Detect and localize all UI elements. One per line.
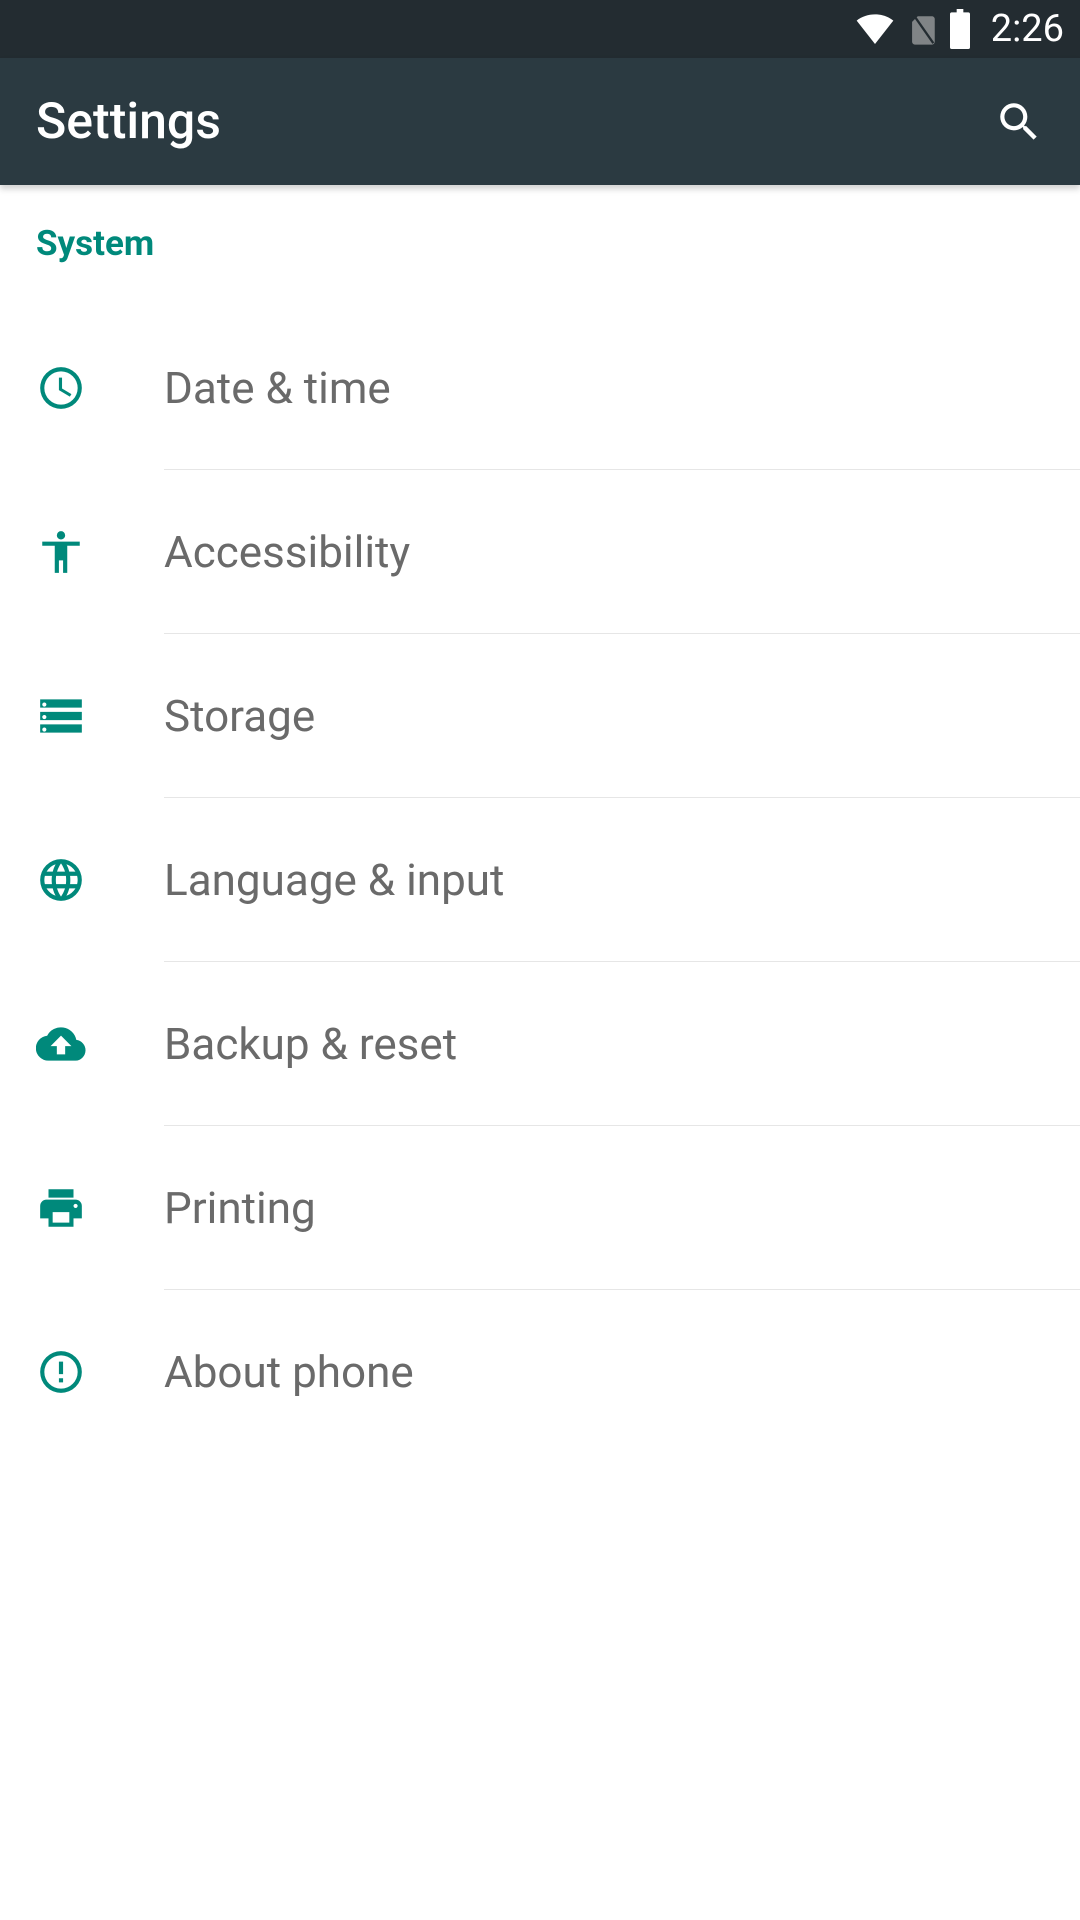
- cloud-upload-icon: [36, 1019, 164, 1069]
- clock-icon: [36, 363, 164, 413]
- toolbar: Settings: [0, 58, 1080, 185]
- search-icon: [994, 97, 1044, 147]
- list-item-storage[interactable]: Storage: [0, 634, 1080, 798]
- list-item-label: Printing: [164, 1126, 1080, 1290]
- list-item-accessibility[interactable]: Accessibility: [0, 470, 1080, 634]
- status-bar: 2:26: [0, 0, 1080, 58]
- settings-list: Date & time Accessibility Storage Langua…: [0, 274, 1080, 1454]
- list-item-about-phone[interactable]: About phone: [0, 1290, 1080, 1454]
- list-item-date-time[interactable]: Date & time: [0, 306, 1080, 470]
- list-item-label: About phone: [164, 1290, 1080, 1454]
- list-item-label: Accessibility: [164, 470, 1080, 634]
- battery-icon: [947, 9, 973, 49]
- list-item-label: Language & input: [164, 798, 1080, 962]
- printer-icon: [36, 1183, 164, 1233]
- page-title: Settings: [36, 93, 994, 151]
- info-icon: [36, 1347, 164, 1397]
- globe-icon: [36, 855, 164, 905]
- list-item-label: Storage: [164, 634, 1080, 798]
- list-item-backup-reset[interactable]: Backup & reset: [0, 962, 1080, 1126]
- section-header: System: [0, 185, 1080, 274]
- search-button[interactable]: [994, 97, 1044, 147]
- storage-icon: [36, 691, 164, 741]
- wifi-icon: [853, 9, 897, 49]
- section-title: System: [36, 223, 1044, 264]
- list-item-label: Backup & reset: [164, 962, 1080, 1126]
- list-item-label: Date & time: [164, 306, 1080, 470]
- list-item-language-input[interactable]: Language & input: [0, 798, 1080, 962]
- status-time: 2:26: [991, 7, 1064, 51]
- sim-icon: [905, 9, 939, 49]
- list-item-printing[interactable]: Printing: [0, 1126, 1080, 1290]
- accessibility-icon: [36, 527, 164, 577]
- content: System Date & time Accessibility Storage: [0, 185, 1080, 1920]
